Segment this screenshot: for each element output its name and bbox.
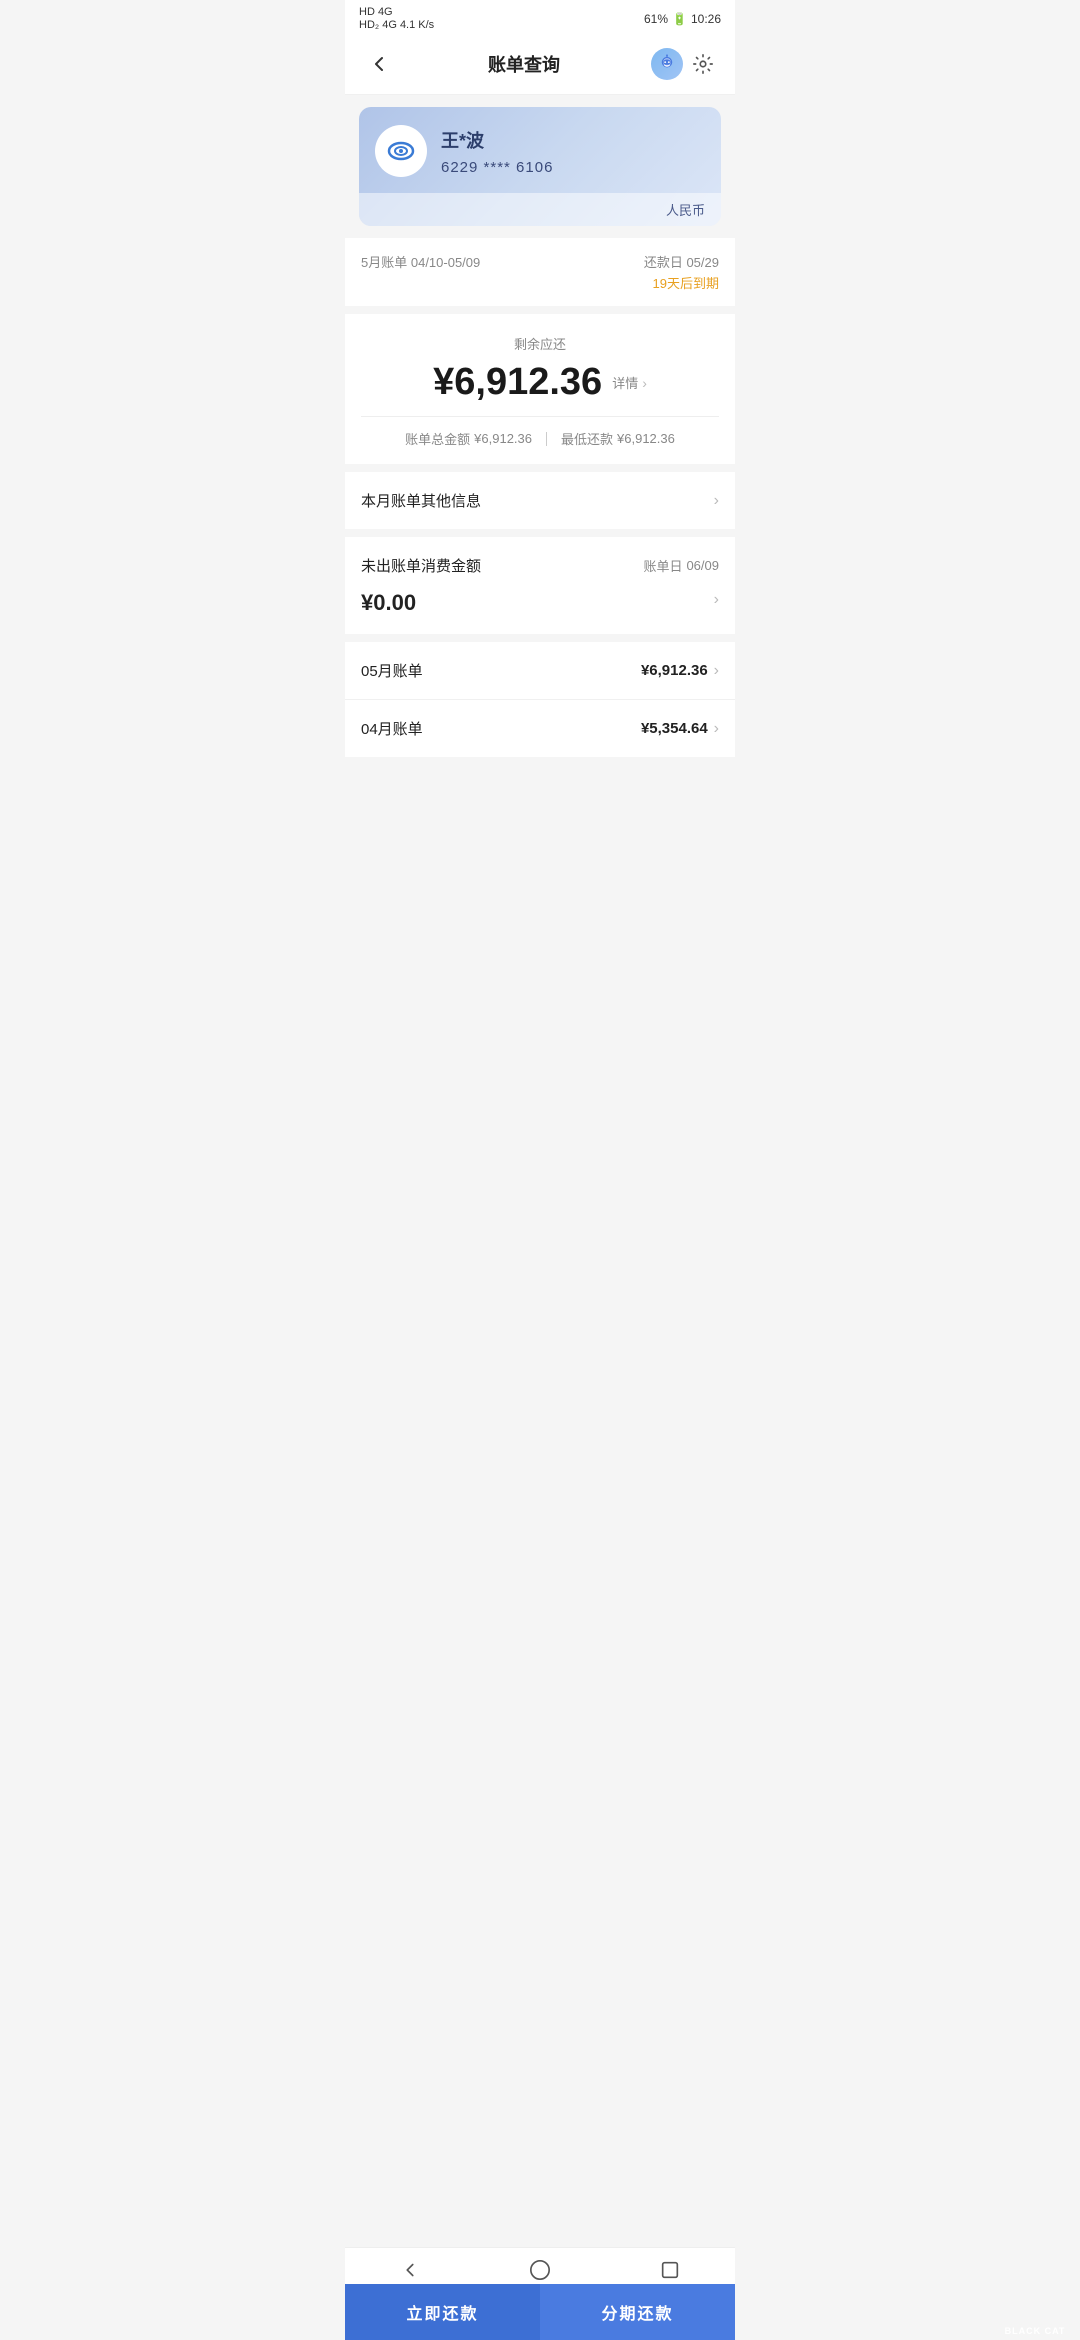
billing-date-info: 账单日 06/09 bbox=[643, 556, 719, 575]
bill-due-date: 还款日 05/29 bbox=[644, 252, 719, 271]
chevron-right-icon: › bbox=[714, 720, 719, 738]
card-currency: 人民币 bbox=[359, 193, 721, 226]
blackcat-watermark: BLACK CAT bbox=[990, 2284, 1080, 2340]
chevron-right-icon: › bbox=[714, 591, 719, 609]
bottom-action-bar: 立即还款 分期还款 bbox=[345, 2284, 735, 2340]
month-bill-item-0[interactable]: 05月账单 ¥6,912.36 › bbox=[345, 642, 735, 700]
unbilled-amount-row: ¥0.00 › bbox=[361, 584, 719, 616]
bill-period: 5月账单 04/10-05/09 还款日 05/29 19天后到期 bbox=[345, 238, 735, 306]
header-actions bbox=[651, 48, 719, 80]
robot-avatar-button[interactable] bbox=[651, 48, 683, 80]
month-bill-amount-0: ¥6,912.36 bbox=[641, 662, 708, 679]
other-info-section: 本月账单其他信息 › bbox=[345, 472, 735, 529]
bill-date-range: 04/10-05/09 bbox=[411, 255, 480, 270]
page-title: 账单查询 bbox=[397, 51, 651, 77]
nav-bar bbox=[345, 2247, 735, 2288]
card-username: 王*波 bbox=[441, 127, 553, 153]
other-info-title: 本月账单其他信息 bbox=[361, 490, 481, 511]
card-number: 6229 **** 6106 bbox=[441, 159, 553, 176]
header: 账单查询 bbox=[345, 36, 735, 95]
month-bill-amount-1: ¥5,354.64 bbox=[641, 720, 708, 737]
unbilled-section: 未出账单消费金额 账单日 06/09 ¥0.00 › bbox=[345, 537, 735, 634]
battery-icon: 🔋 bbox=[672, 12, 687, 26]
nav-recent-button[interactable] bbox=[650, 2256, 690, 2284]
signal-info: HD 4G HD₂ 4G 4.1 K/s bbox=[359, 6, 434, 32]
unbilled-amount: ¥0.00 bbox=[361, 590, 416, 616]
other-info-right: › bbox=[714, 492, 719, 510]
bill-period-label: 5月账单 bbox=[361, 255, 407, 270]
monthly-bills-section: 05月账单 ¥6,912.36 › 04月账单 ¥5,354.64 › bbox=[345, 642, 735, 757]
month-bill-right-1: ¥5,354.64 › bbox=[641, 720, 719, 738]
month-bill-right-0: ¥6,912.36 › bbox=[641, 662, 719, 680]
other-info-item[interactable]: 本月账单其他信息 › bbox=[345, 472, 735, 529]
back-button[interactable] bbox=[361, 46, 397, 82]
settings-button[interactable] bbox=[687, 48, 719, 80]
installment-button[interactable]: 分期还款 bbox=[540, 2284, 735, 2340]
chevron-right-icon: › bbox=[642, 375, 647, 391]
unbilled-header-row: 未出账单消费金额 账单日 06/09 bbox=[361, 555, 719, 576]
signal-bottom: HD₂ 4G 4.1 K/s bbox=[359, 19, 434, 32]
balance-sub-row: 账单总金额 ¥6,912.36 最低还款 ¥6,912.36 bbox=[361, 429, 719, 448]
signal-top: HD 4G bbox=[359, 6, 434, 19]
billing-date-label: 账单日 bbox=[643, 556, 682, 575]
month-bill-label-0: 05月账单 bbox=[361, 660, 423, 681]
billing-date-value: 06/09 bbox=[686, 558, 719, 573]
balance-amount-row: ¥6,912.36 详情 › bbox=[361, 361, 719, 404]
total-label: 账单总金额 bbox=[405, 429, 470, 448]
bill-days-text: 19天后到期 bbox=[644, 273, 719, 292]
total-amount: ¥6,912.36 bbox=[474, 431, 532, 446]
detail-label: 详情 bbox=[612, 373, 638, 392]
status-bar: HD 4G HD₂ 4G 4.1 K/s 61% 🔋 10:26 bbox=[345, 0, 735, 36]
card-user-row: 王*波 6229 **** 6106 bbox=[359, 107, 721, 193]
due-date-value: 05/29 bbox=[686, 255, 719, 270]
chevron-right-icon: › bbox=[714, 662, 719, 680]
other-info-left: 本月账单其他信息 bbox=[361, 490, 481, 511]
pay-now-button[interactable]: 立即还款 bbox=[345, 2284, 540, 2340]
bill-period-left: 5月账单 04/10-05/09 bbox=[361, 252, 480, 271]
sub-separator bbox=[546, 432, 547, 446]
month-bill-item-1[interactable]: 04月账单 ¥5,354.64 › bbox=[345, 700, 735, 757]
nav-back-button[interactable] bbox=[390, 2256, 430, 2284]
balance-divider bbox=[361, 416, 719, 417]
battery-time: 61% 🔋 10:26 bbox=[644, 12, 721, 26]
min-label: 最低还款 bbox=[561, 429, 613, 448]
balance-amount: ¥6,912.36 bbox=[433, 361, 602, 404]
bill-period-right: 还款日 05/29 19天后到期 bbox=[644, 252, 719, 292]
balance-section: 剩余应还 ¥6,912.36 详情 › 账单总金额 ¥6,912.36 最低还款… bbox=[345, 314, 735, 464]
chevron-right-icon: › bbox=[714, 492, 719, 510]
bank-logo bbox=[375, 125, 427, 177]
card-user-info: 王*波 6229 **** 6106 bbox=[441, 127, 553, 176]
unbilled-item[interactable]: 未出账单消费金额 账单日 06/09 ¥0.00 › bbox=[345, 537, 735, 634]
card-section: 王*波 6229 **** 6106 人民币 bbox=[359, 107, 721, 226]
nav-home-button[interactable] bbox=[520, 2256, 560, 2284]
unbilled-title: 未出账单消费金额 bbox=[361, 555, 481, 576]
month-bill-label-1: 04月账单 bbox=[361, 718, 423, 739]
due-date-label: 还款日 bbox=[644, 255, 683, 270]
battery-level: 61% bbox=[644, 12, 668, 26]
blackcat-text: BLACK CAT bbox=[1005, 2326, 1066, 2336]
balance-label: 剩余应还 bbox=[361, 334, 719, 353]
min-amount: ¥6,912.36 bbox=[617, 431, 675, 446]
clock: 10:26 bbox=[691, 12, 721, 26]
balance-detail-button[interactable]: 详情 › bbox=[612, 373, 647, 392]
